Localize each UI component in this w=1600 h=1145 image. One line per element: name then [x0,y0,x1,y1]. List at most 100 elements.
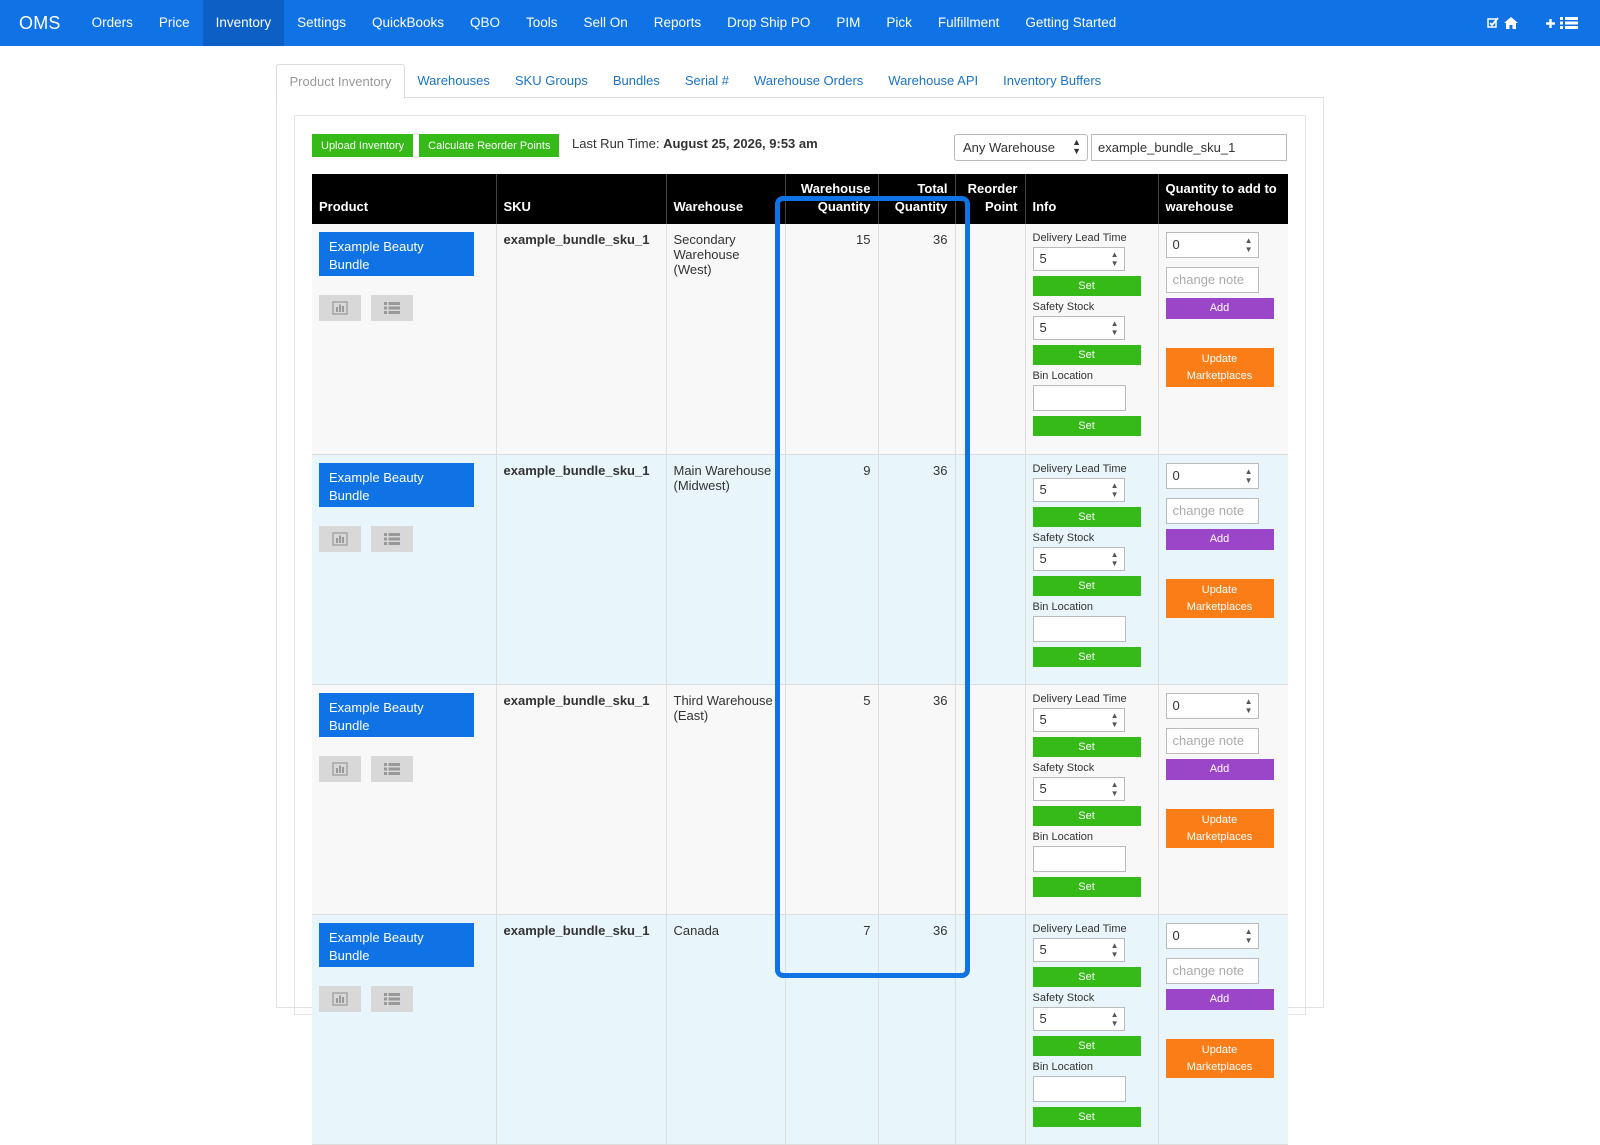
spinner-arrows-icon[interactable]: ▲ ▼ [1111,780,1119,798]
spinner-arrows-icon[interactable]: ▲ ▼ [1245,236,1253,254]
spinner-arrows-icon[interactable]: ▲ ▼ [1245,697,1253,715]
col-reorder-point[interactable]: Reorder Point [954,174,1025,224]
update-marketplaces-button[interactable]: Update Marketplaces [1165,1038,1274,1078]
spinner-arrows-icon[interactable]: ▲ ▼ [1111,941,1119,959]
set-delivery-lead-time-button[interactable]: Set [1032,506,1141,527]
add-quantity-button[interactable]: Add [1165,988,1274,1010]
nav-item-qbo[interactable]: QBO [457,0,513,46]
quantity-to-add-input[interactable]: 0 ▲ ▼ [1165,922,1259,949]
bin-location-input[interactable] [1032,385,1126,411]
col-warehouse[interactable]: Warehouse [665,174,785,224]
col-total-quantity[interactable]: Total Quantity [877,174,955,224]
delivery-lead-time-input[interactable]: 5 ▲ ▼ [1032,707,1125,732]
sku-search-input[interactable]: example_bundle_sku_1 [1091,134,1287,161]
spinner-arrows-icon[interactable]: ▲ ▼ [1111,250,1119,268]
set-bin-location-button[interactable]: Set [1032,646,1141,667]
delivery-lead-time-input[interactable]: 5 ▲ ▼ [1032,247,1125,271]
add-quantity-button[interactable]: Add [1165,298,1274,319]
set-bin-location-button[interactable]: Set [1032,416,1141,436]
set-safety-stock-button[interactable]: Set [1032,575,1141,596]
col-product[interactable]: Product [312,174,496,224]
nav-item-getting-started[interactable]: Getting Started [1012,0,1129,46]
spinner-arrows-icon[interactable]: ▲ ▼ [1111,319,1119,337]
quantity-to-add-input[interactable]: 0 ▲ ▼ [1165,462,1259,489]
change-note-input[interactable]: change note [1165,267,1259,293]
nav-item-inventory[interactable]: Inventory [202,0,285,46]
calculate-reorder-points-button[interactable]: Calculate Reorder Points [419,134,560,157]
tab-warehouse-api[interactable]: Warehouse API [876,64,991,98]
bin-location-input[interactable] [1032,845,1126,872]
nav-item-fulfillment[interactable]: Fulfillment [925,0,1013,46]
add-list-group[interactable] [1545,16,1578,30]
nav-item-drop-ship-po[interactable]: Drop Ship PO [714,0,823,46]
list-button[interactable] [371,295,413,321]
update-marketplaces-button[interactable]: Update Marketplaces [1165,578,1274,618]
spinner-arrows-icon[interactable]: ▲ ▼ [1111,550,1119,568]
warehouse-select[interactable]: Any Warehouse ▲ ▼ [954,134,1088,161]
add-quantity-button[interactable]: Add [1165,758,1274,780]
change-note-input[interactable]: change note [1165,957,1259,984]
tasks-home-group[interactable] [1487,16,1519,30]
product-button[interactable]: Example Beauty Bundle [319,232,474,276]
delivery-lead-time-input[interactable]: 5 ▲ ▼ [1032,937,1125,962]
spinner-arrows-icon[interactable]: ▲ ▼ [1111,481,1119,499]
spinner-arrows-icon[interactable]: ▲ ▼ [1245,467,1253,485]
brand-logo[interactable]: OMS [0,13,79,34]
change-note-input[interactable]: change note [1165,727,1259,754]
chart-button[interactable] [319,295,361,321]
delivery-lead-time-input[interactable]: 5 ▲ ▼ [1032,477,1125,502]
product-button[interactable]: Example Beauty Bundle [319,922,474,967]
chart-button[interactable] [319,985,361,1012]
set-safety-stock-button[interactable]: Set [1032,1035,1141,1056]
product-cell: Example Beauty Bundle [312,684,496,915]
set-delivery-lead-time-button[interactable]: Set [1032,966,1141,987]
nav-item-tools[interactable]: Tools [513,0,571,46]
nav-item-settings[interactable]: Settings [284,0,359,46]
change-note-input[interactable]: change note [1165,497,1259,524]
list-button[interactable] [371,755,413,782]
nav-item-orders[interactable]: Orders [79,0,146,46]
set-safety-stock-button[interactable]: Set [1032,345,1141,365]
nav-item-sell-on[interactable]: Sell On [571,0,641,46]
tab-serial[interactable]: Serial # [672,64,741,98]
chart-button[interactable] [319,525,361,552]
set-bin-location-button[interactable]: Set [1032,876,1141,897]
nav-item-quickbooks[interactable]: QuickBooks [359,0,457,46]
tab-product-inventory[interactable]: Product Inventory [276,64,405,99]
nav-item-pim[interactable]: PIM [823,0,873,46]
quantity-to-add-input[interactable]: 0 ▲ ▼ [1165,232,1259,258]
safety-stock-input[interactable]: 5 ▲ ▼ [1032,546,1125,571]
tab-sku-groups[interactable]: SKU Groups [502,64,600,98]
tab-inventory-buffers[interactable]: Inventory Buffers [991,64,1114,98]
safety-stock-input[interactable]: 5 ▲ ▼ [1032,316,1125,340]
list-button[interactable] [371,525,413,552]
set-delivery-lead-time-button[interactable]: Set [1032,276,1141,296]
bin-location-input[interactable] [1032,1075,1126,1102]
col-warehouse-quantity[interactable]: Warehouse Quantity [784,174,878,224]
spinner-arrows-icon[interactable]: ▲ ▼ [1111,1010,1119,1028]
update-marketplaces-button[interactable]: Update Marketplaces [1165,808,1274,848]
safety-stock-input[interactable]: 5 ▲ ▼ [1032,776,1125,801]
update-marketplaces-button[interactable]: Update Marketplaces [1165,348,1274,387]
nav-item-pick[interactable]: Pick [873,0,925,46]
nav-item-reports[interactable]: Reports [641,0,714,46]
spinner-arrows-icon[interactable]: ▲ ▼ [1245,927,1253,945]
spinner-arrows-icon[interactable]: ▲ ▼ [1111,711,1119,729]
tab-warehouse-orders[interactable]: Warehouse Orders [741,64,875,98]
chart-button[interactable] [319,755,361,782]
add-quantity-button[interactable]: Add [1165,528,1274,550]
quantity-to-add-input[interactable]: 0 ▲ ▼ [1165,692,1259,719]
product-button[interactable]: Example Beauty Bundle [319,462,474,507]
col-sku[interactable]: SKU [495,174,666,224]
safety-stock-input[interactable]: 5 ▲ ▼ [1032,1006,1125,1031]
bin-location-input[interactable] [1032,615,1126,642]
tab-warehouses[interactable]: Warehouses [405,64,503,98]
list-button[interactable] [371,985,413,1012]
set-safety-stock-button[interactable]: Set [1032,805,1141,826]
set-bin-location-button[interactable]: Set [1032,1106,1141,1127]
set-delivery-lead-time-button[interactable]: Set [1032,736,1141,757]
nav-item-price[interactable]: Price [146,0,203,46]
product-button[interactable]: Example Beauty Bundle [319,692,474,737]
tab-bundles[interactable]: Bundles [600,64,672,98]
upload-inventory-button[interactable]: Upload Inventory [312,134,414,157]
